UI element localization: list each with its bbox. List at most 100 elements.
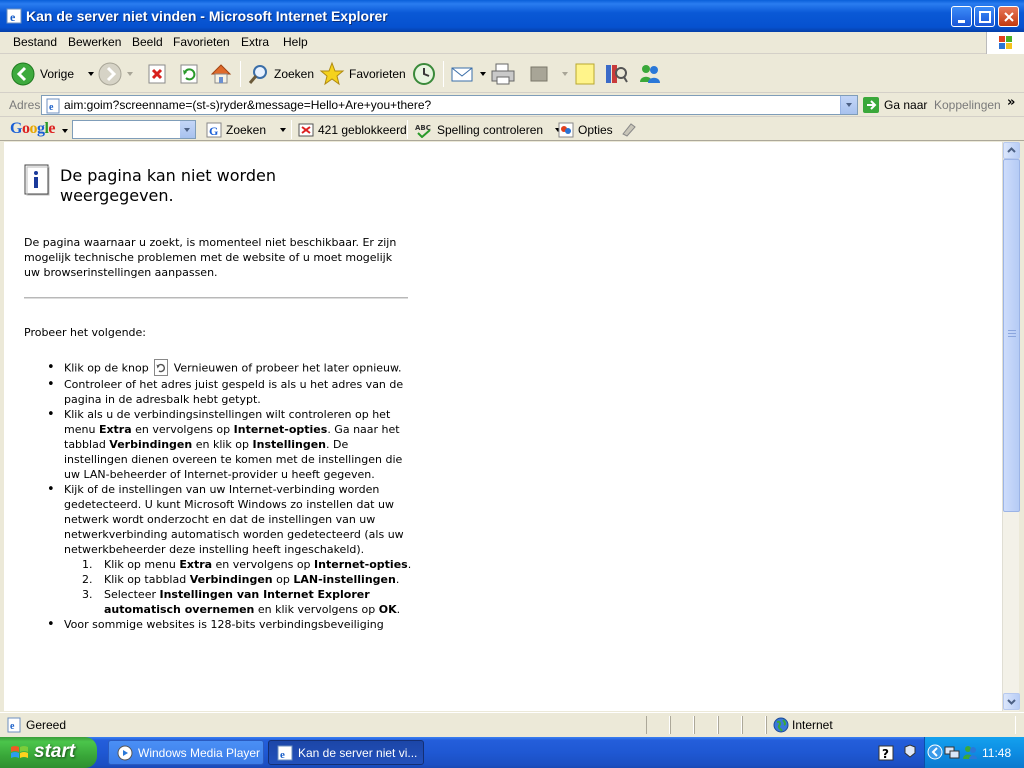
menu-bestand[interactable]: Bestand	[13, 35, 57, 49]
scroll-down-button[interactable]	[1003, 693, 1020, 710]
step-item: 2. Klik op tabblad Verbindingen op LAN-in…	[64, 572, 414, 587]
bold-text: Extra	[98, 423, 132, 436]
chevron-down-icon	[184, 128, 190, 132]
step-text: .	[407, 558, 412, 571]
maximize-button[interactable]	[974, 6, 995, 27]
menu-extra[interactable]: Extra	[241, 35, 269, 49]
discuss-button[interactable]	[573, 59, 597, 89]
help-icon[interactable]: ?	[878, 745, 894, 761]
popup-blocker-button[interactable]: 421 geblokkeerd	[298, 121, 407, 138]
list-item: Kijk of de instellingen van uw Internet-…	[24, 482, 414, 617]
options-icon	[558, 122, 574, 137]
status-cell	[670, 716, 694, 734]
google-search-input[interactable]	[73, 121, 178, 138]
refresh-button[interactable]	[178, 59, 200, 89]
highlight-pen-icon[interactable]	[620, 121, 638, 137]
stop-button[interactable]	[146, 59, 168, 89]
go-button[interactable]: Ga naar	[862, 95, 927, 115]
google-search-box[interactable]	[72, 120, 196, 139]
search-button[interactable]: Zoeken	[246, 59, 314, 89]
globe-icon	[773, 717, 789, 733]
start-label: start	[34, 741, 76, 762]
edit-button[interactable]	[528, 59, 568, 89]
more-chevron-icon[interactable]: »	[1007, 95, 1015, 110]
step-text: Klik op tabblad	[104, 573, 190, 586]
close-button[interactable]	[998, 6, 1019, 27]
google-menu-dropdown-icon[interactable]	[62, 129, 68, 133]
bold-text: Internet-opties	[233, 423, 328, 436]
messenger-button[interactable]	[637, 59, 663, 89]
favorites-label: Favorieten	[349, 67, 406, 81]
network-icon[interactable]	[944, 744, 960, 760]
refresh-inline-icon	[154, 359, 169, 376]
tray-notification-icon[interactable]	[902, 744, 918, 762]
step-text: .	[396, 603, 401, 616]
search-icon	[248, 65, 267, 84]
home-button[interactable]	[209, 59, 233, 89]
google-search-options-icon[interactable]	[280, 127, 287, 132]
scroll-up-button[interactable]	[1003, 142, 1020, 159]
menu-beeld[interactable]: Beeld	[132, 35, 163, 49]
back-button[interactable]: Vorige	[10, 59, 95, 89]
toolbar-separator	[407, 120, 408, 139]
forward-arrow-icon	[98, 62, 122, 86]
step-text: Selecteer	[104, 588, 160, 601]
close-icon	[1004, 12, 1014, 22]
address-input[interactable]	[64, 98, 834, 112]
mail-button[interactable]	[450, 59, 486, 89]
messenger-tray-icon[interactable]	[962, 744, 978, 760]
menu-help[interactable]: Help	[283, 35, 308, 49]
spellcheck-label: Spelling controleren	[437, 122, 544, 137]
task-windows-media-player[interactable]: Windows Media Player	[108, 740, 264, 765]
options-button[interactable]: Opties	[558, 121, 613, 138]
address-field[interactable]: e	[41, 95, 858, 115]
links-button[interactable]: Koppelingen	[934, 98, 1001, 112]
refresh-icon	[180, 64, 198, 84]
edit-dropdown-icon[interactable]	[562, 72, 568, 76]
menu-bewerken[interactable]: Bewerken	[68, 35, 121, 49]
svg-text:e: e	[10, 10, 16, 24]
vertical-scrollbar[interactable]	[1002, 142, 1020, 711]
google-logo[interactable]: Google	[10, 120, 55, 138]
address-label: Adres	[9, 98, 41, 112]
thumb-grip	[1008, 333, 1016, 334]
status-text: Gereed	[26, 718, 67, 732]
go-label: Ga naar	[884, 98, 928, 112]
bold-text: Verbindingen	[189, 573, 273, 586]
history-button[interactable]	[411, 59, 437, 89]
tray-expand-icon[interactable]	[927, 744, 943, 760]
research-icon	[606, 65, 628, 83]
status-cell	[718, 716, 742, 734]
print-button[interactable]	[490, 59, 516, 89]
title-bar: e Kan de server niet vinden - Microsoft …	[0, 0, 1024, 32]
google-search-label: Zoeken	[226, 122, 267, 137]
error-heading: De pagina kan niet worden weergegeven.	[60, 166, 276, 205]
mail-dropdown-icon[interactable]	[480, 72, 486, 76]
scroll-thumb[interactable]	[1003, 159, 1020, 512]
task-internet-explorer[interactable]: e Kan de server niet vi...	[268, 740, 424, 765]
page-content: De pagina kan niet worden weergegeven. D…	[4, 142, 1002, 711]
security-zone-label: Internet	[792, 718, 833, 732]
favorites-button[interactable]: Favorieten	[319, 59, 406, 89]
minimize-button[interactable]	[951, 6, 972, 27]
mail-icon	[451, 67, 473, 82]
forward-dropdown-icon[interactable]	[127, 72, 133, 76]
forward-button[interactable]	[97, 59, 133, 89]
minimize-icon	[958, 20, 965, 23]
status-cell	[742, 716, 766, 734]
google-search-button[interactable]: G Zoeken	[206, 121, 287, 138]
research-button[interactable]	[603, 59, 629, 89]
start-button[interactable]: start	[0, 737, 97, 768]
spellcheck-button[interactable]: ABC Spelling controleren	[415, 121, 562, 138]
menu-bar: Bestand Bewerken Beeld Favorieten Extra …	[0, 32, 1024, 54]
internet-explorer-icon: e	[277, 745, 293, 761]
standard-toolbar: Vorige Zoeken Favorieten	[0, 55, 1024, 93]
address-dropdown-button[interactable]	[840, 96, 857, 114]
back-dropdown-icon[interactable]	[88, 72, 95, 76]
svg-text:e: e	[10, 721, 15, 732]
list-item: Voor sommige websites is 128-bits verbin…	[24, 617, 414, 632]
info-icon	[24, 164, 50, 196]
chevron-down-icon	[1007, 699, 1016, 705]
menu-favorieten[interactable]: Favorieten	[173, 35, 230, 49]
google-search-dropdown[interactable]	[180, 121, 195, 138]
